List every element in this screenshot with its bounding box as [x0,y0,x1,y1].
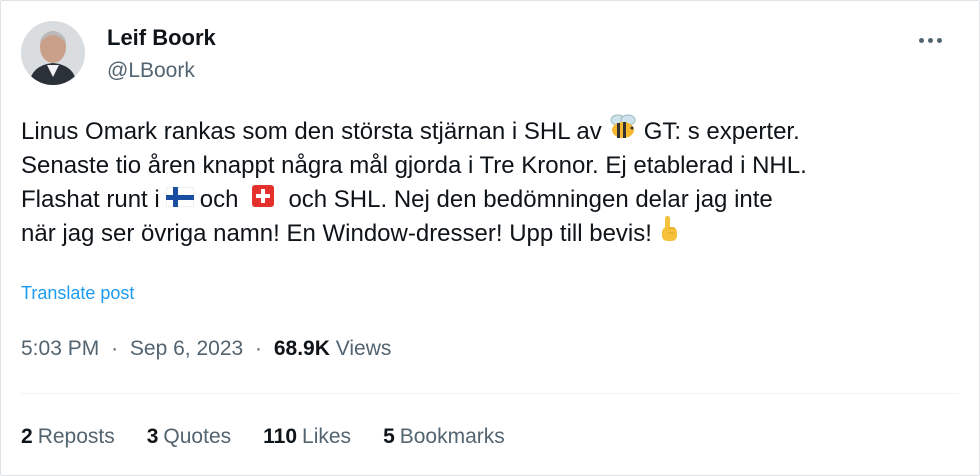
tweet-line-1: Linus Omark rankas som den största stjär… [21,113,961,151]
likes-stat[interactable]: 110 Likes [263,425,351,449]
tweet-text-segment: och SHL. Nej den bedömningen delar jag i… [288,186,773,213]
quotes-count: 3 [146,425,159,448]
reposts-stat[interactable]: 2 Reposts [21,425,115,449]
tweet-text: Linus Omark rankas som den största stjär… [21,113,961,253]
divider [21,393,959,394]
quotes-label: Quotes [163,425,232,448]
tweet-text-segment: när jag ser övriga namn! En Window-dress… [21,220,652,247]
avatar[interactable] [21,21,85,85]
views-count[interactable]: 68.9K [274,337,330,360]
reposts-count: 2 [21,425,33,448]
author-name[interactable]: Leif Boork [107,25,216,51]
tweet-line-2: Senaste tio åren knappt några mål gjorda… [21,152,807,179]
tweet-time[interactable]: 5:03 PM [21,337,99,360]
likes-count: 110 [263,425,298,448]
more-icon[interactable] [915,25,945,55]
tweet-card: Leif Boork @LBoork Linus Omark rankas so… [0,0,980,476]
bee-icon [608,113,638,151]
tweet-text-segment: Flashat runt i [21,186,160,213]
meta-separator: · [255,337,263,360]
reposts-label: Reposts [37,425,115,448]
tweet-text-segment: Linus Omark rankas som den största stjär… [21,118,602,145]
tweet-line-3: Flashat runt i och och SHL. Nej den bedö… [21,183,961,217]
tweet-line-4: när jag ser övriga namn! En Window-dress… [21,215,961,253]
bookmarks-label: Bookmarks [399,425,505,448]
tweet-text-segment: och [199,186,239,213]
bookmarks-stat[interactable]: 5 Bookmarks [383,425,505,449]
tweet-date[interactable]: Sep 6, 2023 [130,337,243,360]
tweet-text-segment: GT: s experter. [643,118,800,145]
likes-label: Likes [302,425,352,448]
tweet-stats: 2 Reposts 3 Quotes 110 Likes 5 Bookmarks [21,425,505,449]
translate-post-link[interactable]: Translate post [21,283,134,304]
bookmarks-count: 5 [383,425,395,448]
quotes-stat[interactable]: 3 Quotes [147,425,231,449]
views-label[interactable]: Views [336,337,392,360]
finland-flag-icon [165,183,195,217]
tweet-header: Leif Boork @LBoork [21,21,961,89]
meta-separator: · [111,337,119,360]
pointing-up-icon [658,215,680,253]
switzerland-flag-icon [252,183,275,217]
author-handle[interactable]: @LBoork [107,59,195,83]
tweet-meta: 5:03 PM · Sep 6, 2023 · 68.9K Views [21,337,391,361]
